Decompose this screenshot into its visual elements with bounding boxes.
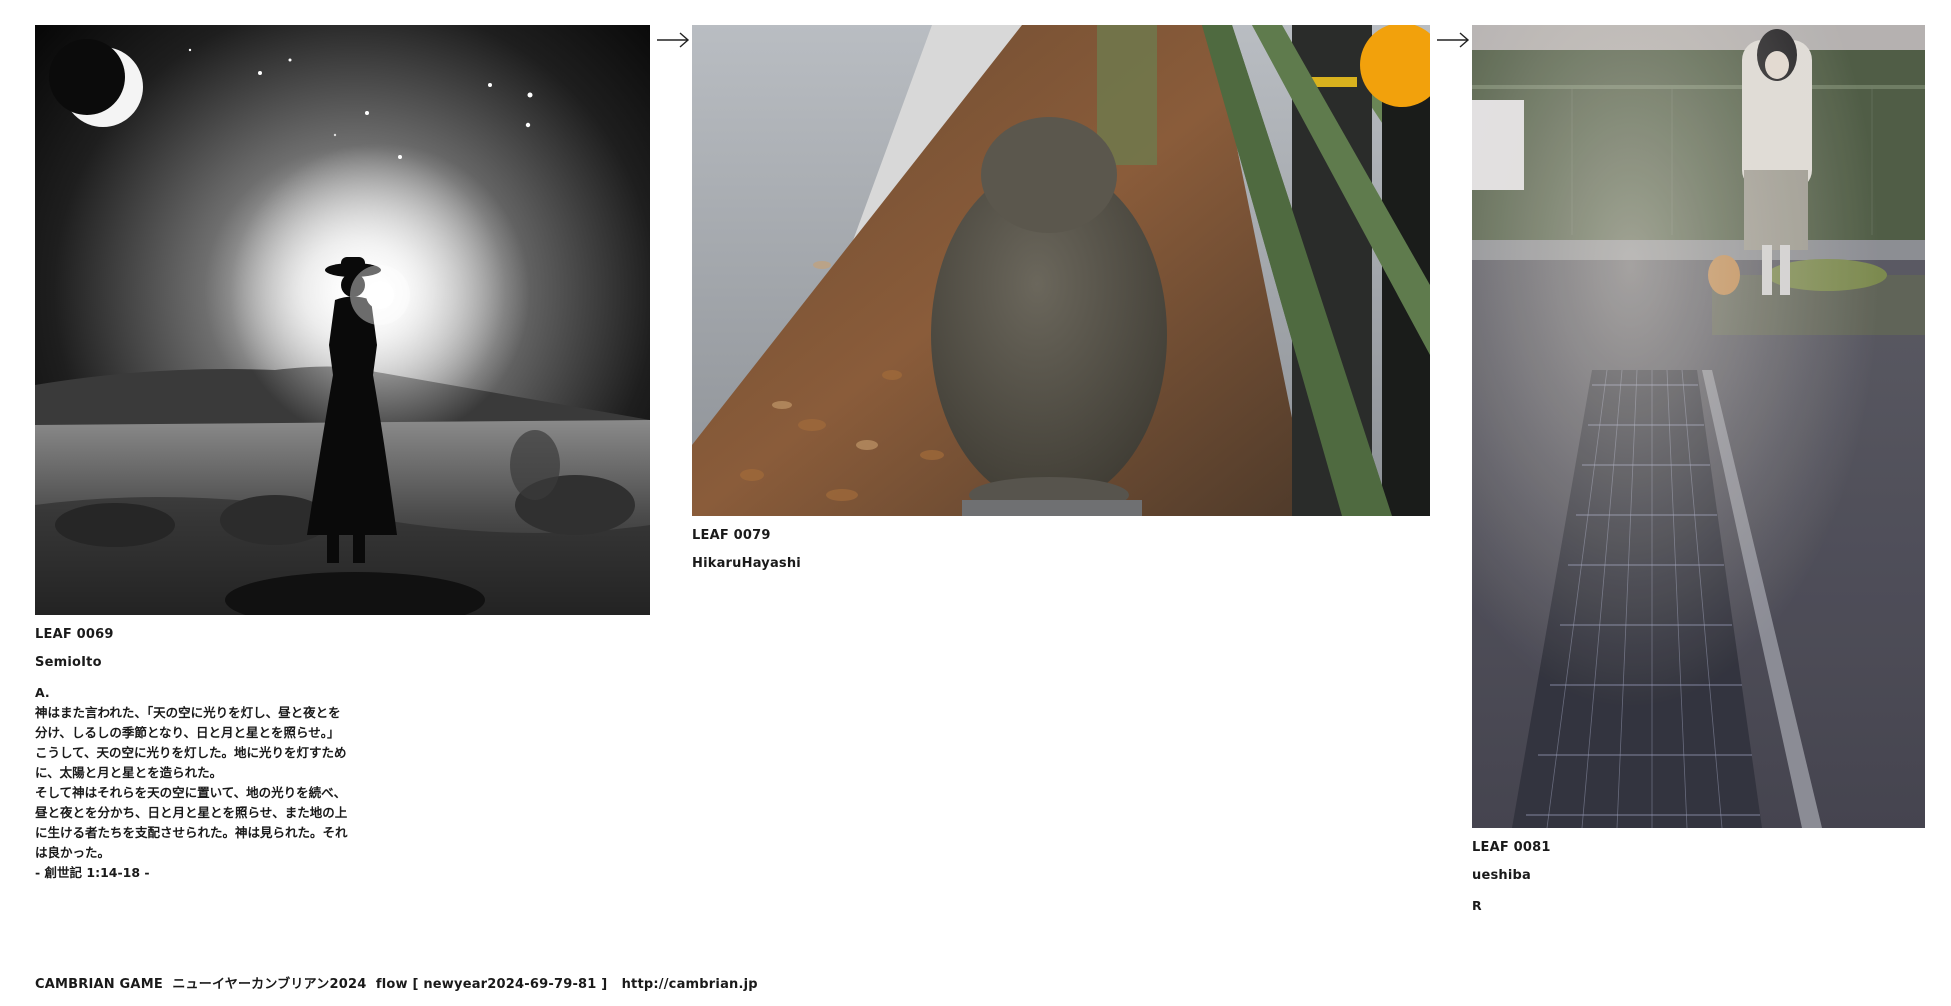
street-grate-figure-photo (1472, 25, 1925, 828)
leaf-photo-0079[interactable] (692, 25, 1430, 516)
leaf-photo-0069[interactable] (35, 25, 650, 615)
leaf-author-link[interactable]: HikaruHayashi (692, 556, 1430, 572)
right-arrow-icon (657, 32, 690, 48)
leaf-photo-0081[interactable] (1472, 25, 1925, 828)
leaf-caption-text: A. 神はまた言われた、「天の空に光りを灯し、昼と夜とを 分け、しるしの季節とな… (35, 685, 348, 880)
moon-desert-silhouette-photo (35, 25, 650, 615)
leaf-card-0079: LEAF 0079 HikaruHayashi (692, 25, 1430, 572)
leaf-id-label: LEAF 0079 (692, 528, 771, 543)
leaf-author-link[interactable]: ueshiba (1472, 868, 1925, 884)
footer-text: CAMBRIAN GAME ニューイヤーカンブリアン2024 flow [ ne… (35, 977, 622, 992)
leaf-id-label: LEAF 0069 (35, 627, 114, 642)
leaf-card-0081: LEAF 0081 ueshiba R (1472, 25, 1925, 916)
leaf-caption-text: R (1472, 898, 1482, 913)
leaf-id-label: LEAF 0081 (1472, 840, 1551, 855)
footer: CAMBRIAN GAME ニューイヤーカンブリアン2024 flow [ ne… (35, 973, 758, 992)
monkey-on-curb-photo (692, 25, 1430, 516)
footer-site-link[interactable]: http://cambrian.jp (622, 977, 758, 992)
leaf-card-0069: LEAF 0069 SemioIto A. 神はまた言われた、「天の空に光りを灯… (35, 25, 650, 883)
leaf-author-link[interactable]: SemioIto (35, 655, 650, 671)
right-arrow-icon (1437, 32, 1470, 48)
